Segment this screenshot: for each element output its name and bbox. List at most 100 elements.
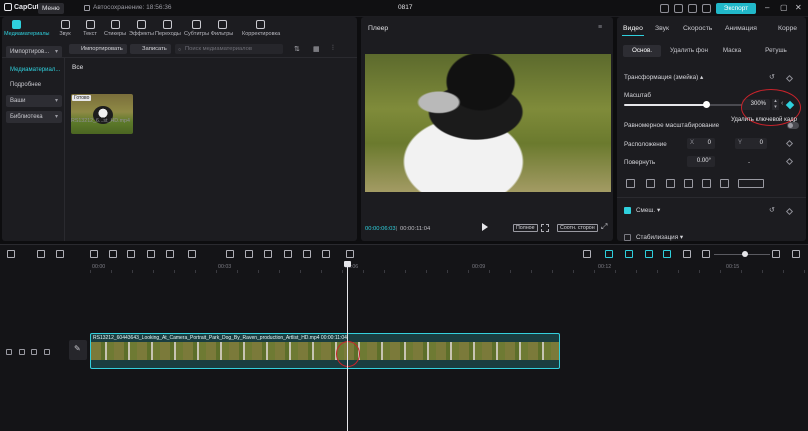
import-button[interactable]: Импортировать [69, 44, 127, 54]
zoom-out-icon[interactable] [702, 250, 710, 258]
subtab-mask[interactable]: Маска [717, 45, 747, 57]
subtab-retouch[interactable]: Ретушь [757, 45, 795, 57]
media-thumbnail[interactable]: Готово [71, 94, 133, 134]
split-right-icon[interactable] [127, 250, 135, 258]
sidebar-item-media[interactable]: Медиаматериал... [6, 64, 62, 76]
link-icon[interactable] [645, 250, 653, 258]
layout-icon[interactable] [660, 4, 669, 13]
playhead[interactable] [347, 261, 348, 431]
tool-subtitles[interactable]: Субтитры [184, 20, 209, 37]
link-main-icon[interactable] [605, 250, 613, 258]
transform-section-title[interactable]: Трансформация (змейка) ▴ [624, 74, 703, 81]
filter-all[interactable]: Все [72, 64, 83, 71]
speed-icon[interactable] [264, 250, 272, 258]
stabilize-label[interactable]: Стабилизация ▾ [636, 234, 683, 241]
project-title[interactable]: 0817 [398, 4, 412, 11]
share-icon[interactable] [702, 4, 711, 13]
play-icon[interactable] [482, 223, 488, 231]
align-middle-icon[interactable] [702, 179, 711, 188]
mirror-icon[interactable] [188, 250, 196, 258]
microphone-icon[interactable] [583, 250, 591, 258]
close-icon[interactable]: ✕ [795, 3, 802, 12]
fullscreen-icon[interactable]: ⤢ [601, 222, 607, 232]
tool-stickers[interactable]: Стикеры [103, 20, 127, 37]
ai-icon[interactable] [322, 250, 330, 258]
shield-icon[interactable] [147, 250, 155, 258]
keyframe-icon[interactable] [785, 74, 794, 83]
aspect-ratio-button[interactable]: Соотн. сторон [557, 224, 598, 232]
minimize-icon[interactable]: – [765, 3, 769, 12]
blend-checkbox[interactable] [624, 207, 631, 214]
settings-icon[interactable] [688, 4, 697, 13]
select-tool-icon[interactable] [7, 250, 15, 258]
tool-text[interactable]: Текст [78, 20, 102, 37]
tool-audio[interactable]: Звук [53, 20, 77, 37]
align-left-icon[interactable] [626, 179, 635, 188]
align-center-icon[interactable] [646, 179, 655, 188]
tab-video[interactable]: Видео [623, 25, 643, 32]
position-keyframe-icon[interactable] [785, 139, 794, 148]
tool-effects[interactable]: Эффекты [129, 20, 154, 37]
tab-adjust[interactable]: Корре [778, 25, 797, 32]
export-button[interactable]: Экспорт [716, 3, 756, 14]
zoom-slider-handle[interactable] [742, 251, 748, 257]
split-icon[interactable] [90, 250, 98, 258]
lock-icon[interactable] [19, 349, 25, 355]
split-left-icon[interactable] [109, 250, 117, 258]
fit-timeline-icon[interactable] [792, 250, 800, 258]
eye-icon[interactable] [31, 349, 37, 355]
tool-adjustment[interactable]: Корректировка [242, 20, 280, 37]
magnet-icon[interactable] [625, 250, 633, 258]
scale-slider-handle[interactable] [703, 101, 710, 108]
blend-keyframe-icon[interactable] [785, 207, 794, 216]
full-quality-button[interactable]: Полное [513, 224, 538, 232]
menu-button[interactable]: Меню [38, 3, 64, 14]
tool-transitions[interactable]: Переходы [155, 20, 181, 37]
position-y-input[interactable]: Y0 [735, 138, 767, 149]
position-x-input[interactable]: X0 [687, 138, 715, 149]
zoom-in-icon[interactable] [772, 250, 780, 258]
caption-icon[interactable] [683, 250, 691, 258]
undo-icon[interactable] [37, 250, 45, 258]
subtab-remove-bg[interactable]: Удалить фон [666, 45, 712, 57]
search-input[interactable]: Поиск медиаматериалов [175, 44, 283, 54]
reverse-icon[interactable] [245, 250, 253, 258]
subtab-basic[interactable]: Основ. [623, 45, 661, 57]
sidebar-item-more[interactable]: Подробнее [6, 79, 62, 91]
redo-icon[interactable] [56, 250, 64, 258]
menu-icon[interactable]: ≡ [598, 24, 602, 31]
layers-icon[interactable] [346, 250, 354, 258]
reset-icon[interactable]: ↺ [769, 73, 775, 81]
tool-media[interactable]: Медиаматериалы [4, 20, 50, 37]
shortcuts-icon[interactable] [674, 4, 683, 13]
tab-animation[interactable]: Анимация [725, 25, 757, 32]
tool-filters[interactable]: Фильтры [210, 20, 234, 37]
filter-icon[interactable]: ⫶ [332, 45, 334, 53]
record-button[interactable]: Записать [130, 44, 171, 54]
grid-view-icon[interactable]: ▦ [313, 45, 320, 53]
rotate-keyframe-icon[interactable] [785, 157, 794, 166]
stabilize-checkbox[interactable] [624, 234, 631, 241]
rotate-input[interactable]: 0.00° [687, 156, 715, 167]
blend-label[interactable]: Смеш. ▾ [636, 207, 660, 214]
rotate-icon[interactable] [284, 250, 292, 258]
crop-icon[interactable] [166, 250, 174, 258]
video-preview[interactable] [365, 54, 611, 192]
maximize-icon[interactable]: ▢ [780, 3, 788, 12]
tab-audio[interactable]: Звук [655, 25, 669, 32]
uniform-scale-toggle[interactable] [787, 122, 799, 129]
sidebar-item-library[interactable]: Библиотека ▾ [6, 111, 62, 123]
tab-speed[interactable]: Скорость [683, 25, 712, 32]
align-right-icon[interactable] [666, 179, 675, 188]
preview-axis-icon[interactable] [663, 250, 671, 258]
playhead-handle[interactable] [344, 261, 351, 267]
sidebar-item-import[interactable]: Импортиров... ▾ [6, 46, 62, 58]
align-bottom-icon[interactable] [720, 179, 729, 188]
scale-slider-fill[interactable] [624, 104, 706, 106]
blend-reset-icon[interactable]: ↺ [769, 206, 775, 214]
video-clip[interactable]: RS13212_60443643_Looking_At_Camera_Portr… [90, 333, 560, 369]
track-cover-icon[interactable] [6, 349, 12, 355]
align-top-icon[interactable] [684, 179, 693, 188]
sort-icon[interactable]: ⇅ [294, 45, 300, 53]
freeze-icon[interactable] [226, 250, 234, 258]
